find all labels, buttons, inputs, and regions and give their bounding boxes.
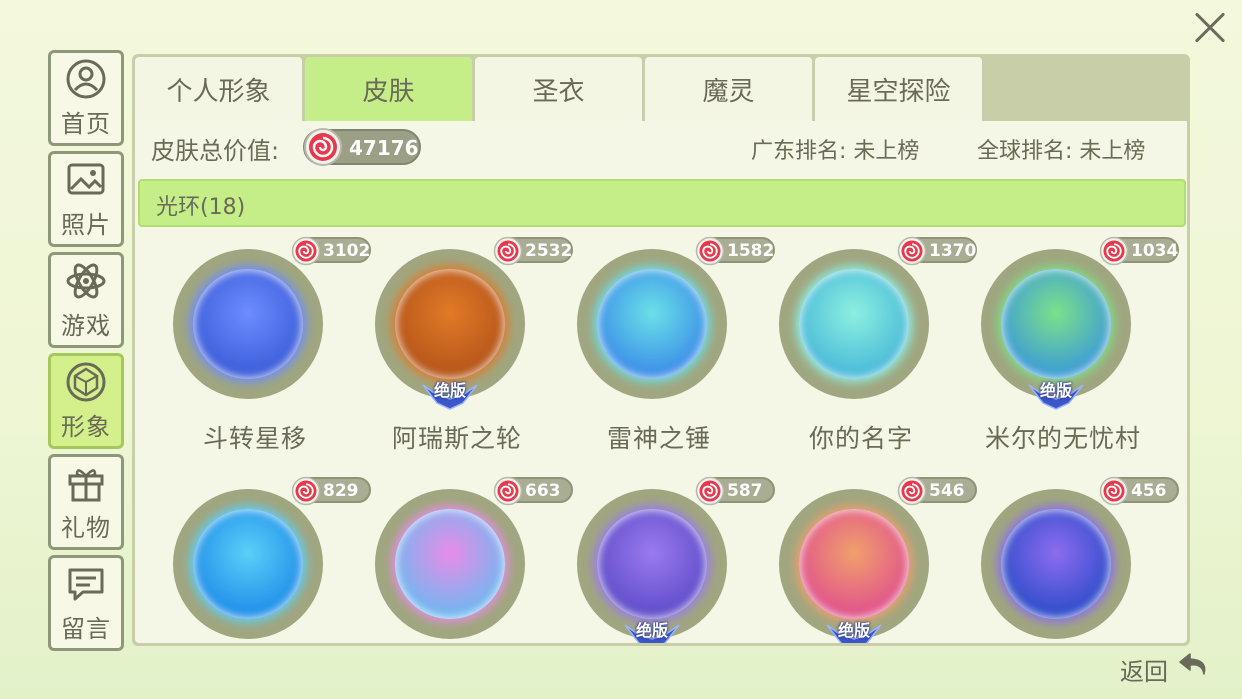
- skin-item[interactable]: 3102 斗转星移: [143, 236, 371, 457]
- return-arrow-icon: [1176, 648, 1212, 688]
- sidebar-item-label: 游戏: [61, 311, 111, 340]
- close-icon[interactable]: [1188, 6, 1232, 50]
- aura-preview: [1001, 269, 1111, 379]
- coin-icon: [695, 236, 725, 270]
- coin-icon: [897, 476, 927, 510]
- aura-preview: [799, 269, 909, 379]
- skin-preview-backdrop: [173, 249, 323, 399]
- skin-preview-backdrop: [981, 489, 1131, 639]
- total-value-label: 皮肤总价值:: [151, 137, 280, 165]
- category-label: 光环(18): [156, 195, 246, 220]
- limited-edition-label: 绝版: [635, 621, 668, 640]
- skin-item[interactable]: 456: [951, 476, 1179, 643]
- image-icon: [65, 159, 107, 201]
- total-value-badge: 47176: [303, 128, 421, 166]
- skins-content: 皮肤总价值: 47176 广东排名: 未上榜 全球排名: 未上榜 光环(18) …: [135, 121, 1187, 643]
- sidebar-item-gifts[interactable]: 礼物: [48, 454, 124, 550]
- skin-name: 米尔的无忧村: [984, 424, 1141, 453]
- price-value: 456: [1131, 481, 1167, 501]
- aura-preview: [1001, 509, 1111, 619]
- coin-icon: [291, 236, 321, 270]
- sidebar-item-messages[interactable]: 留言: [48, 555, 124, 651]
- skin-preview-backdrop: [375, 489, 525, 639]
- sidebar-item-label: 留言: [61, 614, 111, 643]
- price-badge: 1034: [1099, 236, 1179, 266]
- sidebar-item-label: 礼物: [61, 513, 111, 542]
- coin-icon: [303, 127, 343, 171]
- skin-name: 雷神之锤: [606, 424, 711, 453]
- aura-preview: [597, 509, 707, 619]
- coin-icon: [1099, 236, 1129, 270]
- coin-icon: [291, 476, 321, 510]
- province-rank: 广东排名: 未上榜: [751, 139, 920, 164]
- skin-item[interactable]: 1370 你的名字: [749, 236, 977, 457]
- skin-preview-backdrop: [577, 249, 727, 399]
- tab-personal-image[interactable]: 个人形象: [135, 57, 302, 121]
- skin-item[interactable]: 546 绝版: [749, 476, 977, 643]
- global-rank: 全球排名: 未上榜: [977, 139, 1146, 164]
- limited-edition-badge: 绝版: [821, 617, 887, 643]
- coin-icon: [493, 236, 523, 270]
- sidebar-item-label: 形象: [61, 412, 111, 441]
- aura-preview: [395, 269, 505, 379]
- price-badge: 456: [1099, 476, 1179, 506]
- sidebar-item-avatar[interactable]: 形象: [48, 353, 124, 449]
- skin-item[interactable]: 2532 绝版 阿瑞斯之轮: [345, 236, 573, 457]
- coin-icon: [1099, 476, 1129, 510]
- sidebar-item-label: 首页: [61, 109, 111, 138]
- skin-name: 斗转星移: [202, 424, 307, 453]
- skin-name: 阿瑞斯之轮: [391, 424, 522, 453]
- skin-item[interactable]: 829: [143, 476, 371, 643]
- gem-icon: [65, 361, 107, 403]
- sidebar-item-photos[interactable]: 照片: [48, 151, 124, 247]
- skin-item[interactable]: 1034 绝版 米尔的无忧村: [951, 236, 1179, 457]
- limited-edition-badge: 绝版: [619, 617, 685, 643]
- coin-icon: [493, 476, 523, 510]
- back-button[interactable]: 返回: [1120, 648, 1220, 688]
- limited-edition-badge: 绝版: [1023, 377, 1089, 411]
- coin-icon: [695, 476, 725, 510]
- tab-bar: 个人形象 皮肤 圣衣 魔灵 星空探险: [135, 57, 1187, 123]
- coin-icon: [897, 236, 927, 270]
- skin-preview-backdrop: [779, 249, 929, 399]
- tab-star-exploration[interactable]: 星空探险: [815, 57, 982, 121]
- limited-edition-label: 绝版: [1039, 381, 1072, 400]
- sidebar-item-games[interactable]: 游戏: [48, 252, 124, 348]
- skin-grid: 3102 斗转星移 2532 绝版 阿瑞斯之轮 1582 雷神之锤 1370 你…: [135, 236, 1187, 643]
- sidebar-item-label: 照片: [61, 210, 111, 239]
- limited-edition-label: 绝版: [837, 621, 870, 640]
- gift-icon: [65, 462, 107, 504]
- aura-preview: [193, 269, 303, 379]
- aura-preview: [597, 269, 707, 379]
- category-header[interactable]: 光环(18): [138, 179, 1186, 227]
- skin-item[interactable]: 587 绝版: [547, 476, 775, 643]
- aura-preview: [193, 509, 303, 619]
- price-value: 1034: [1131, 241, 1179, 261]
- tab-skins[interactable]: 皮肤: [305, 57, 472, 121]
- tab-holy-cloth[interactable]: 圣衣: [475, 57, 642, 121]
- tab-demon-spirit[interactable]: 魔灵: [645, 57, 812, 121]
- skin-item[interactable]: 663: [345, 476, 573, 643]
- skin-preview-backdrop: [173, 489, 323, 639]
- sidebar-item-home[interactable]: 首页: [48, 50, 124, 146]
- total-value: 47176: [349, 136, 419, 160]
- sidebar: 首页 照片 游戏 形象 礼物 留言: [48, 50, 124, 656]
- aura-preview: [799, 509, 909, 619]
- message-icon: [65, 563, 107, 605]
- stats-bar: 皮肤总价值: 47176 广东排名: 未上榜 全球排名: 未上榜: [135, 121, 1187, 175]
- limited-edition-badge: 绝版: [417, 377, 483, 411]
- back-label: 返回: [1120, 658, 1168, 686]
- limited-edition-label: 绝版: [433, 381, 466, 400]
- user-circle-icon: [65, 58, 107, 100]
- skin-name: 你的名字: [808, 424, 913, 453]
- skin-item[interactable]: 1582 雷神之锤: [547, 236, 775, 457]
- main-panel: 个人形象 皮肤 圣衣 魔灵 星空探险 皮肤总价值: 47176 广东排名: 未上…: [132, 54, 1190, 646]
- aura-preview: [395, 509, 505, 619]
- atom-icon: [65, 260, 107, 302]
